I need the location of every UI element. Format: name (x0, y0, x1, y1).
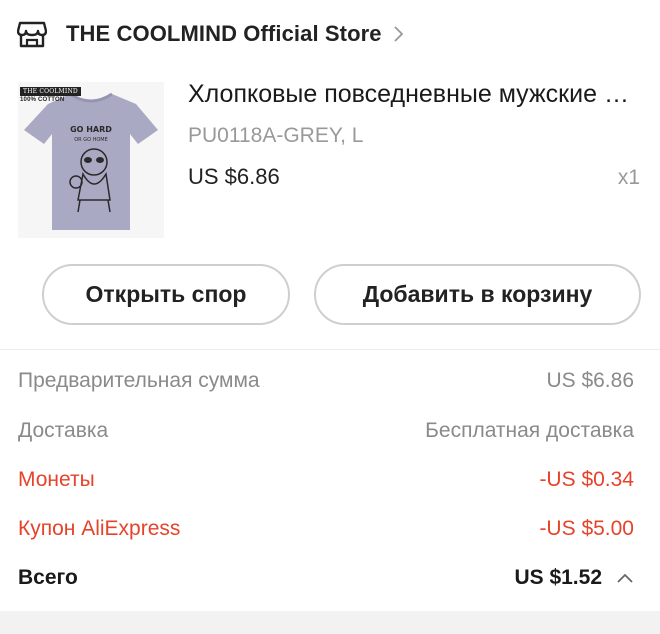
tshirt-print-line1: GO HARD (70, 125, 112, 134)
subtotal-value: US $6.86 (546, 369, 634, 392)
coupon-value: -US $5.00 (539, 517, 634, 540)
coupon-label: Купон AliExpress (18, 517, 181, 540)
product-title[interactable]: Хлопковые повседневные мужские футболки (188, 80, 640, 109)
subtotal-label: Предварительная сумма (18, 369, 260, 392)
section-divider (0, 349, 660, 350)
order-card: THE COOLMIND Official Store GO HARD OR G… (0, 0, 660, 611)
thumb-cotton-label: 100% COTTON (20, 97, 65, 103)
coins-label: Монеты (18, 468, 95, 491)
total-label: Всего (18, 566, 78, 589)
subtotal-row: Предварительная сумма US $6.86 (18, 369, 634, 393)
store-name[interactable]: THE COOLMIND Official Store (66, 21, 382, 47)
shipping-value: Бесплатная доставка (425, 419, 634, 442)
product-thumbnail[interactable]: GO HARD OR GO HOME THE COOLMIND 100% COT… (18, 82, 164, 238)
add-to-cart-button[interactable]: Добавить в корзину (314, 264, 641, 325)
tshirt-image: GO HARD OR GO HOME (24, 92, 158, 230)
coupon-row: Купон AliExpress -US $5.00 (18, 517, 634, 541)
tshirt-print-line2: OR GO HOME (74, 137, 108, 143)
thumb-brand-label: THE COOLMIND (20, 87, 81, 96)
total-row[interactable]: Всего US $1.52 (18, 566, 634, 590)
chevron-right-icon[interactable] (392, 24, 408, 44)
store-header[interactable]: THE COOLMIND Official Store (16, 16, 408, 52)
shipping-row: Доставка Бесплатная доставка (18, 419, 634, 443)
product-price: US $6.86 (188, 164, 280, 189)
total-value: US $1.52 (514, 566, 602, 589)
product-quantity: x1 (617, 166, 640, 189)
coins-value: -US $0.34 (539, 468, 634, 491)
total-value-group[interactable]: US $1.52 (514, 566, 634, 590)
product-variant: PU0118A-GREY, L (188, 124, 364, 147)
store-icon (16, 18, 48, 50)
shipping-label: Доставка (18, 419, 109, 442)
coins-row: Монеты -US $0.34 (18, 468, 634, 492)
chevron-up-icon[interactable] (616, 572, 634, 584)
open-dispute-button[interactable]: Открыть спор (42, 264, 290, 325)
